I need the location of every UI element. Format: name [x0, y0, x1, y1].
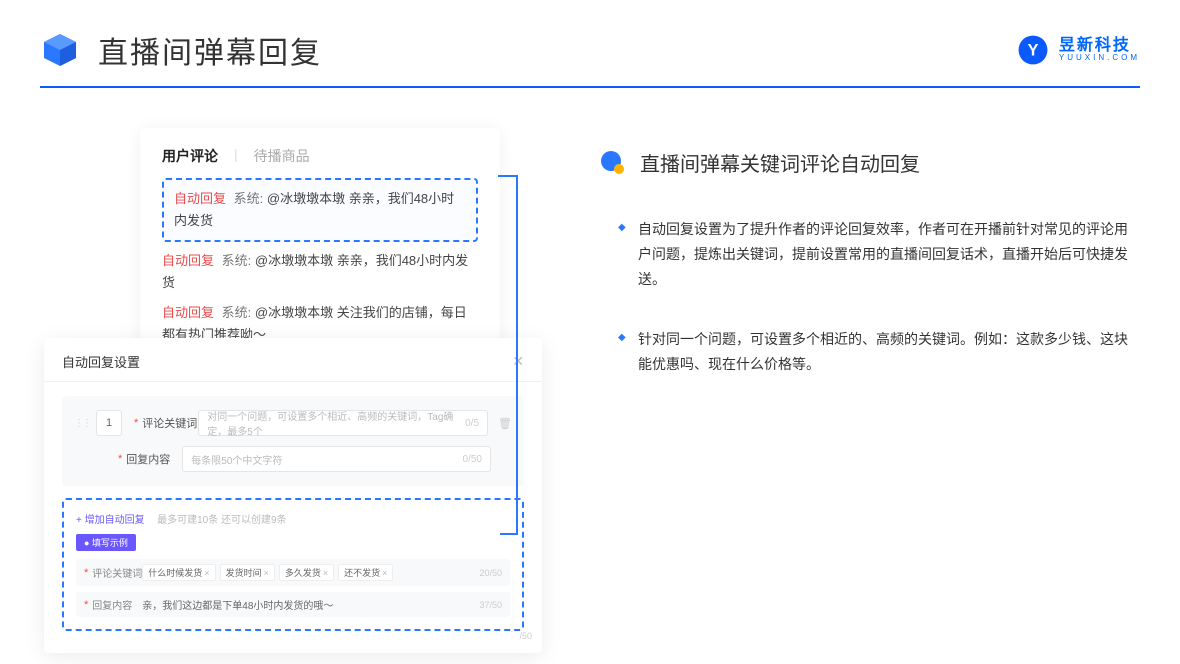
required-star: *: [84, 567, 88, 579]
cube-icon: [40, 30, 80, 70]
drag-handle-icon[interactable]: ⋮⋮: [74, 418, 90, 429]
comment-row-highlighted: 自动回复 系统: @冰墩墩本墩 亲亲，我们48小时内发货: [162, 178, 478, 242]
example-block: + 增加自动回复 最多可建10条 还可以创建9条 ● 填写示例 * 评论关键词 …: [62, 498, 524, 631]
reply-label: 回复内容: [126, 451, 182, 467]
example-keyword-label: 评论关键词: [92, 565, 142, 580]
comment-row: 自动回复 系统: @冰墩墩本墩 亲亲，我们48小时内发货: [162, 250, 478, 294]
connector-line: [516, 175, 518, 535]
required-star: *: [84, 599, 88, 611]
auto-reply-tag: 自动回复: [174, 191, 226, 206]
example-reply-text: 亲，我们这边都是下单48小时内发货的哦～: [142, 597, 479, 612]
system-label: 系统:: [222, 305, 252, 320]
keyword-tag[interactable]: 什么时候发货×: [142, 564, 215, 581]
index-box: 1: [96, 410, 122, 436]
input-placeholder: 对同一个问题，可设置多个相近、高频的关键词，Tag确定，最多5个: [207, 408, 465, 438]
bullet-item: 自动回复设置为了提升作者的评论回复效率，作者可在开播前针对常见的评论用户问题，提…: [618, 217, 1140, 293]
svg-text:Y: Y: [1027, 41, 1038, 59]
keyword-label: 评论关键词: [142, 415, 198, 431]
auto-reply-tag: 自动回复: [162, 305, 214, 320]
counter: 20/50: [479, 568, 502, 578]
keyword-tag[interactable]: 多久发货×: [279, 564, 334, 581]
connector-line: [498, 175, 516, 177]
reply-input[interactable]: 每条限50个中文字符 0/50: [182, 446, 491, 472]
chat-bubble-icon: [600, 150, 626, 176]
auto-reply-settings-modal: 自动回复设置 ✕ ⋮⋮ 1 * 评论关键词 对同一个问题，可设置多个相近、高频的…: [44, 338, 542, 653]
brand-url: YUUXIN.COM: [1059, 54, 1140, 62]
example-keyword-row: * 评论关键词 什么时候发货× 发货时间× 多久发货× 还不发货× 20/50: [76, 559, 510, 586]
brand-logo: Y 昱新科技 YUUXIN.COM: [1015, 32, 1140, 68]
example-badge: ● 填写示例: [76, 534, 136, 551]
modal-title: 自动回复设置: [62, 352, 140, 371]
system-label: 系统:: [234, 191, 264, 206]
auto-reply-tag: 自动回复: [162, 253, 214, 268]
required-star: *: [134, 417, 138, 429]
counter: /50: [519, 631, 532, 641]
form-block: ⋮⋮ 1 * 评论关键词 对同一个问题，可设置多个相近、高频的关键词，Tag确定…: [62, 396, 524, 486]
counter: 37/50: [479, 600, 502, 610]
input-placeholder: 每条限50个中文字符: [191, 452, 282, 467]
required-star: *: [118, 453, 122, 465]
keyword-input[interactable]: 对同一个问题，可设置多个相近、高频的关键词，Tag确定，最多5个 0/5: [198, 410, 488, 436]
tab-user-comments[interactable]: 用户评论: [162, 146, 218, 166]
close-icon[interactable]: ✕: [512, 353, 524, 370]
keyword-tag[interactable]: 还不发货×: [338, 564, 393, 581]
keyword-tag[interactable]: 发货时间×: [220, 564, 275, 581]
brand-icon: Y: [1015, 32, 1051, 68]
add-auto-reply-link[interactable]: + 增加自动回复: [76, 515, 145, 526]
counter: 0/50: [463, 454, 482, 465]
example-reply-label: 回复内容: [92, 597, 142, 612]
example-reply-row: * 回复内容 亲，我们这边都是下单48小时内发货的哦～ 37/50: [76, 592, 510, 617]
system-label: 系统:: [222, 253, 252, 268]
add-hint: 最多可建10条 还可以创建9条: [157, 515, 286, 526]
brand-name: 昱新科技: [1059, 38, 1140, 54]
page-title: 直播间弹幕回复: [98, 28, 322, 72]
section-title: 直播间弹幕关键词评论自动回复: [640, 148, 920, 177]
bullet-item: 针对同一个问题，可设置多个相近的、高频的关键词。例如：这款多少钱、这块能优惠吗、…: [618, 327, 1140, 377]
tab-separator: |: [234, 146, 238, 166]
tab-pending-goods[interactable]: 待播商品: [254, 146, 310, 166]
counter: 0/5: [465, 418, 479, 429]
connector-line: [500, 533, 516, 535]
delete-icon[interactable]: 🗑: [498, 417, 512, 430]
